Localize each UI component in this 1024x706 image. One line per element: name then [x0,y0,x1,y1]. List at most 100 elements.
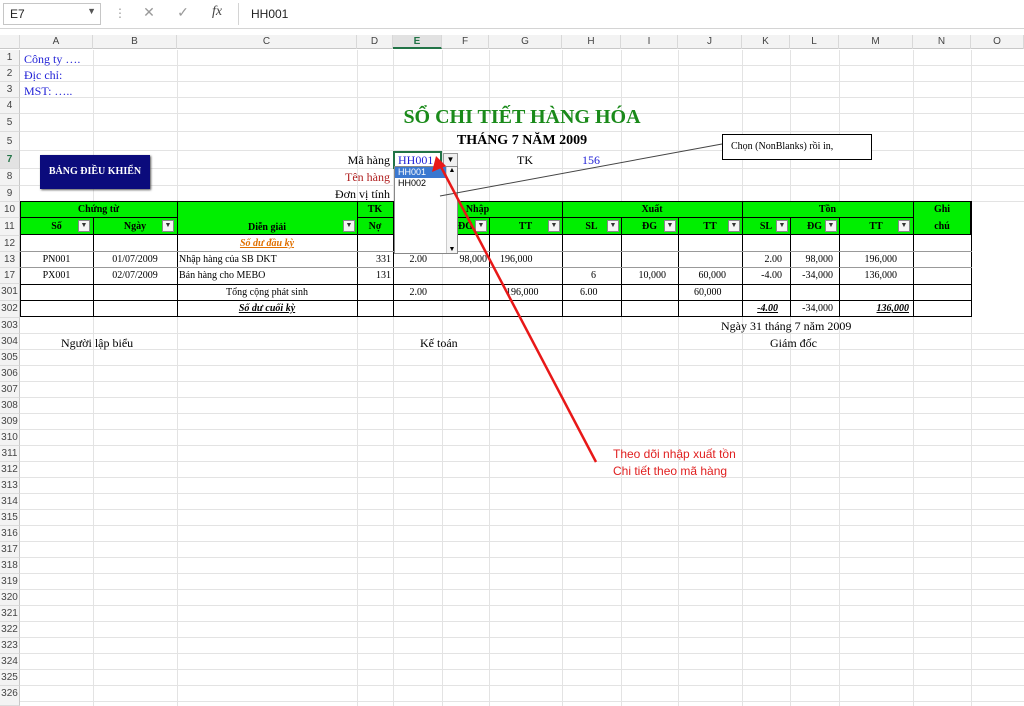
row-header[interactable]: 5 [0,132,20,151]
cell-sl-ton: -4.00 [761,270,782,281]
col-header-k[interactable]: K [742,35,790,49]
col-header-a[interactable]: A [20,35,93,49]
row-header[interactable]: 306 [0,366,20,382]
header-chu: chú [934,221,950,232]
filter-icon[interactable]: ▼ [728,220,740,232]
tk-value: 156 [582,153,600,167]
col-header-c[interactable]: C [177,35,357,49]
col-header-g[interactable]: G [489,35,562,49]
row-header[interactable]: 319 [0,574,20,590]
name-box[interactable]: E7 ▼ [3,3,101,25]
row-header[interactable]: 313 [0,478,20,494]
row-header[interactable]: 308 [0,398,20,414]
row-header[interactable]: 321 [0,606,20,622]
col-header-m[interactable]: M [839,35,913,49]
row-header[interactable]: 302 [0,301,20,318]
row-header[interactable]: 315 [0,510,20,526]
chevron-down-icon[interactable]: ▼ [87,6,96,16]
cell-dg-nhap: 98,000 [459,254,488,265]
row-header[interactable]: 2 [0,66,20,82]
row-header[interactable]: 314 [0,494,20,510]
col-header-d[interactable]: D [357,35,393,49]
row-header[interactable]: 324 [0,654,20,670]
ten-hang-label: Tên hàng [345,170,390,184]
row-header[interactable]: 9 [0,186,20,202]
filter-icon[interactable]: ▼ [898,220,910,232]
row-header[interactable]: 322 [0,622,20,638]
scrollbar[interactable]: ▲ ▼ [446,167,457,253]
col-header-b[interactable]: B [93,35,177,49]
header-dien-giai: Diễn giải [247,222,287,233]
row-header[interactable]: 1 [0,50,20,66]
row-header[interactable]: 301 [0,284,20,301]
row-header[interactable]: 11 [0,218,20,236]
col-header-f[interactable]: F [442,35,489,49]
annotation-line-2: Chi tiết theo mã hàng [613,464,728,478]
header-tk-sub: Nợ [368,221,382,232]
row-header[interactable]: 17 [0,268,20,284]
filter-icon[interactable]: ▼ [664,220,676,232]
filter-icon[interactable]: ▼ [607,220,619,232]
total-label: Tổng cộng phát sinh [226,287,308,298]
enter-icon[interactable]: ✓ [170,4,196,24]
row-header[interactable]: 310 [0,430,20,446]
filter-icon[interactable]: ▼ [78,220,90,232]
row-header[interactable]: 13 [0,252,20,268]
col-header-l[interactable]: L [790,35,839,49]
row-header[interactable]: 326 [0,686,20,706]
row-header[interactable]: 316 [0,526,20,542]
filter-active-icon[interactable]: ▼ [343,220,355,232]
control-panel-button[interactable]: BẢNG ĐIỀU KHIỂN [40,155,150,189]
column-headers: A B C D E F G H I J K L M N O [0,35,1024,49]
header-xuat: Xuất [641,204,663,215]
cancel-icon[interactable]: ✕ [136,4,162,24]
row-header[interactable]: 305 [0,350,20,366]
formula-input[interactable]: HH001 [238,3,1022,25]
filter-icon[interactable]: ▼ [475,220,487,232]
row-header[interactable]: 311 [0,446,20,462]
row-header[interactable]: 4 [0,98,20,114]
filter-icon[interactable]: ▼ [548,220,560,232]
preparer-label: Người lập biểu [61,336,134,350]
filter-icon[interactable]: ▼ [162,220,174,232]
col-header-i[interactable]: I [621,35,678,49]
row-header[interactable]: 320 [0,590,20,606]
row-header[interactable]: 323 [0,638,20,654]
filter-icon[interactable]: ▼ [825,220,837,232]
row-header[interactable]: 10 [0,202,20,218]
select-all-corner[interactable] [0,35,20,49]
cell-so: PN001 [42,254,71,265]
row-header[interactable]: 3 [0,82,20,98]
dropdown-arrow-icon[interactable]: ▼ [443,153,458,167]
row-header[interactable]: 317 [0,542,20,558]
row-header[interactable]: 325 [0,670,20,686]
row-header[interactable]: 309 [0,414,20,430]
row-header[interactable]: 304 [0,334,20,350]
row-header[interactable]: 312 [0,462,20,478]
col-header-n[interactable]: N [913,35,971,49]
dropdown-list[interactable]: HH001 HH002 ▲ ▼ [394,166,458,254]
cell-dien-giai: Bán hàng cho MEBO [179,270,266,281]
insert-function-icon[interactable]: fx [204,4,230,24]
row-header-selected[interactable]: 7 [0,151,20,169]
row-header[interactable]: 8 [0,169,20,186]
row-header[interactable]: 5 [0,114,20,132]
callout-pointer [439,143,723,197]
row-header[interactable]: 12 [0,236,20,252]
don-vi-label: Đơn vị tính [334,187,390,201]
row-header[interactable]: 318 [0,558,20,574]
header-ton: Tồn [818,204,837,215]
col-header-e[interactable]: E [393,35,442,49]
total-sl-nhap: 2.00 [409,287,428,298]
col-header-o[interactable]: O [971,35,1024,49]
scroll-down-icon[interactable]: ▼ [447,246,457,253]
col-header-j[interactable]: J [678,35,742,49]
page-subtitle: THÁNG 7 NĂM 2009 [456,133,588,148]
row-header[interactable]: 307 [0,382,20,398]
scroll-up-icon[interactable]: ▲ [447,167,457,174]
closing-tt-ton: 136,000 [876,303,910,314]
row-header[interactable]: 303 [0,318,20,334]
filter-icon[interactable]: ▼ [776,220,788,232]
col-header-h[interactable]: H [562,35,621,49]
total-sl-xuat: 6.00 [580,287,598,298]
